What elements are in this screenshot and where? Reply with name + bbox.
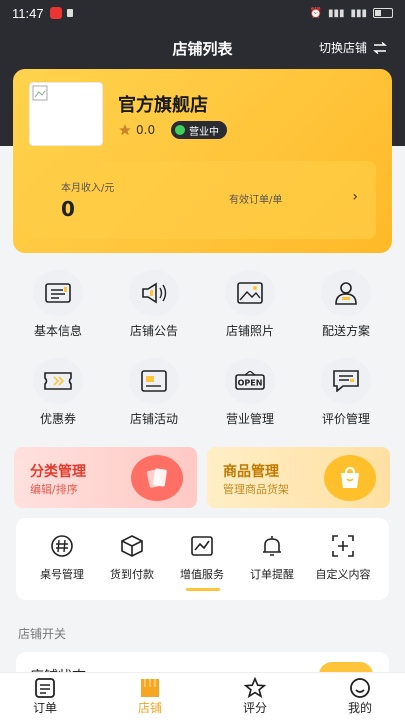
store-card[interactable]: 官方旗舰店 0.0 营业中 本月收入/元 0 有效订单/单 › bbox=[13, 69, 392, 253]
status-badge: 营业中 bbox=[171, 121, 227, 139]
box-icon bbox=[121, 535, 143, 557]
tab-bar: 订单 店铺 评分 我的 bbox=[0, 672, 405, 720]
section-title: 店铺开关 bbox=[18, 627, 67, 641]
star-outline-icon bbox=[215, 677, 295, 699]
image-icon bbox=[225, 270, 275, 316]
promo-title: 分类管理 bbox=[30, 464, 86, 480]
grid-item-delivery[interactable]: 配送方案 bbox=[298, 270, 394, 339]
profile-icon bbox=[320, 677, 400, 699]
grid-item-business[interactable]: OPEN 营业管理 bbox=[202, 358, 298, 427]
open-sign-icon: OPEN bbox=[225, 358, 275, 404]
grid-item-photos[interactable]: 店铺照片 bbox=[202, 270, 298, 339]
courier-icon bbox=[321, 270, 371, 316]
switch-store-button[interactable]: 切换店铺 bbox=[319, 39, 387, 56]
rating-value: 0.0 bbox=[136, 123, 156, 137]
tools-panel: 桌号管理 货到付款 增值服务 订单提醒 自定义内容 bbox=[16, 518, 389, 600]
sim-icon bbox=[66, 9, 73, 17]
bell-icon bbox=[263, 536, 281, 556]
switch-store-label: 切换店铺 bbox=[318, 41, 367, 55]
tool-label: 自定义内容 bbox=[315, 568, 371, 581]
grid-label: 店铺照片 bbox=[225, 324, 274, 338]
tool-value-added[interactable]: 增值服务 bbox=[165, 534, 239, 582]
tab-store[interactable]: 店铺 bbox=[110, 677, 190, 716]
tab-label: 订单 bbox=[32, 701, 57, 715]
product-management-card[interactable]: 商品管理 管理商品货架 bbox=[207, 447, 390, 508]
store-icon bbox=[110, 677, 190, 699]
stats-panel[interactable]: 本月收入/元 0 有效订单/单 › bbox=[29, 161, 376, 239]
category-management-card[interactable]: 分类管理 编辑/排序 bbox=[14, 447, 197, 508]
status-bar: 11:47 ⏰ ▮▮▮ ▮▮▮ bbox=[0, 0, 405, 26]
tool-label: 桌号管理 bbox=[40, 568, 84, 581]
grid-label: 基本信息 bbox=[33, 324, 82, 338]
signal2-icon: ▮▮▮ bbox=[350, 7, 367, 19]
status-indicators: ⏰ ▮▮▮ ▮▮▮ bbox=[310, 8, 393, 19]
promo-subtitle: 编辑/排序 bbox=[30, 483, 78, 496]
order-icon bbox=[5, 677, 85, 699]
broken-image-icon bbox=[32, 85, 48, 101]
shopping-bag-icon bbox=[324, 455, 376, 501]
tab-profile[interactable]: 我的 bbox=[320, 677, 400, 716]
id-card-icon bbox=[33, 270, 83, 316]
activity-icon bbox=[129, 358, 179, 404]
tool-table-number[interactable]: 桌号管理 bbox=[25, 534, 99, 582]
hash-icon bbox=[51, 535, 73, 557]
tab-rating[interactable]: 评分 bbox=[215, 677, 295, 716]
grid-item-activity[interactable]: 店铺活动 bbox=[106, 358, 202, 427]
chart-icon bbox=[191, 536, 213, 556]
promo-subtitle: 管理商品货架 bbox=[223, 483, 289, 496]
battery-icon bbox=[373, 8, 393, 18]
tab-orders[interactable]: 订单 bbox=[5, 677, 85, 716]
monthly-income-value: 0 bbox=[61, 197, 75, 221]
add-frame-icon bbox=[332, 535, 354, 557]
svg-text:OPEN: OPEN bbox=[238, 379, 263, 388]
grid-label: 配送方案 bbox=[321, 324, 370, 338]
signal-icon: ▮▮▮ bbox=[327, 7, 345, 19]
grid-item-announcement[interactable]: 店铺公告 bbox=[106, 270, 202, 339]
scroll-indicator bbox=[186, 588, 220, 591]
grid-item-coupons[interactable]: 优惠券 bbox=[10, 358, 106, 427]
tab-label: 店铺 bbox=[137, 701, 162, 715]
app-notification-icon bbox=[49, 7, 62, 19]
grid-label: 店铺公告 bbox=[129, 324, 178, 338]
grid-label: 店铺活动 bbox=[129, 412, 178, 426]
status-dot-icon bbox=[175, 125, 185, 135]
tab-label: 我的 bbox=[347, 701, 372, 715]
valid-orders-label: 有效订单/单 bbox=[229, 195, 283, 206]
monthly-income-label: 本月收入/元 bbox=[61, 183, 115, 194]
grid-item-basic-info[interactable]: 基本信息 bbox=[10, 270, 106, 339]
grid-label: 优惠券 bbox=[39, 412, 76, 426]
promo-title: 商品管理 bbox=[223, 464, 279, 480]
category-cards-icon bbox=[131, 455, 183, 501]
tool-label: 货到付款 bbox=[110, 568, 154, 581]
navbar: 店铺列表 切换店铺 bbox=[0, 34, 405, 62]
alarm-icon: ⏰ bbox=[309, 7, 322, 19]
tool-label: 增值服务 bbox=[180, 568, 224, 581]
grid-item-reviews[interactable]: 评价管理 bbox=[298, 358, 394, 427]
chevron-right-icon[interactable]: › bbox=[352, 189, 358, 205]
store-name: 官方旗舰店 bbox=[118, 95, 208, 116]
store-logo-image[interactable] bbox=[29, 82, 103, 146]
tool-cod[interactable]: 货到付款 bbox=[95, 534, 169, 582]
tab-label: 评分 bbox=[242, 701, 267, 715]
tool-order-reminder[interactable]: 订单提醒 bbox=[235, 534, 309, 582]
swap-icon bbox=[373, 41, 387, 54]
megaphone-icon bbox=[129, 270, 179, 316]
grid-label: 营业管理 bbox=[225, 412, 274, 426]
status-time: 11:47 bbox=[12, 5, 44, 21]
grid-label: 评价管理 bbox=[321, 412, 370, 426]
review-icon bbox=[321, 358, 371, 404]
star-icon bbox=[119, 124, 131, 136]
tool-label: 订单提醒 bbox=[250, 568, 294, 581]
tool-custom-content[interactable]: 自定义内容 bbox=[306, 534, 380, 582]
coupon-icon bbox=[33, 358, 83, 404]
store-rating: 0.0 bbox=[118, 123, 155, 137]
status-label: 营业中 bbox=[189, 126, 219, 138]
